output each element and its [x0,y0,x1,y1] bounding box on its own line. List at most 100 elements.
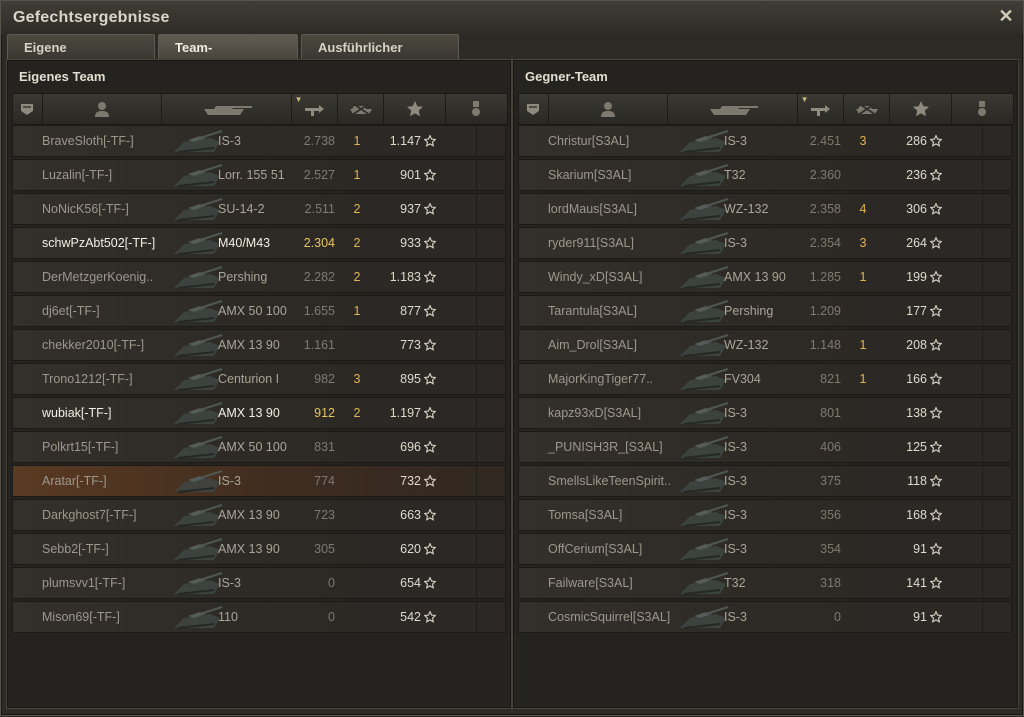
tank-name: AMX 13 90 [218,542,280,556]
enemy-team-panel: Gegner-Team ▼ Christur[S3AL] IS-3 2.451 3 28… [512,59,1019,709]
xp-value: 542 [400,610,421,624]
xp-star-icon [423,270,438,284]
damage-value: 1.161 [303,338,335,352]
tab-eigene-auswertung[interactable]: Eigene Auswertung [7,34,155,80]
column-header-player[interactable] [549,94,669,124]
column-header-player[interactable] [43,94,163,124]
tank-name: IS-3 [724,440,747,454]
player-row[interactable]: schwPzAbt502[-TF-] M40/M43 2.304 2 933 [12,227,506,259]
player-row[interactable]: Christur[S3AL] IS-3 2.451 3 286 [518,125,1012,157]
column-divider [476,126,477,156]
player-name: dj6et[-TF-] [42,304,100,318]
player-row[interactable]: ryder911[S3AL] IS-3 2.354 3 264 [518,227,1012,259]
damage-value: 2.304 [303,236,335,250]
player-row[interactable]: Tomsa[S3AL] IS-3 356 168 [518,499,1012,531]
xp-star-icon [929,508,944,522]
column-header-kills[interactable] [338,94,385,124]
player-name: Tarantula[S3AL] [548,304,637,318]
kills-value: 4 [859,202,867,216]
player-name: Aratar[-TF-] [42,474,107,488]
player-row[interactable]: wubiak[-TF-] AMX 13 90 912 2 1.197 [12,397,506,429]
column-header-medal[interactable] [952,94,1013,124]
player-row[interactable]: Darkghost7[-TF-] AMX 13 90 723 663 [12,499,506,531]
xp-value: 141 [906,576,927,590]
player-name: CosmicSquirrel[S3AL] [548,610,671,624]
player-row[interactable]: OffCerium[S3AL] IS-3 354 91 [518,533,1012,565]
column-header-medal[interactable] [446,94,507,124]
player-row[interactable]: Aim_Drol[S3AL] WZ-132 1.148 1 208 [518,329,1012,361]
player-row[interactable]: lordMaus[S3AL] WZ-132 2.358 4 306 [518,193,1012,225]
player-row[interactable]: Luzalin[-TF-] Lorr. 155 51 2.527 1 901 [12,159,506,191]
player-row[interactable]: CosmicSquirrel[S3AL] IS-3 0 91 [518,601,1012,633]
damage-value: 0 [328,576,335,590]
tank-name: IS-3 [724,406,747,420]
xp-star-icon [929,202,944,216]
own-team-rows: BraveSloth[-TF-] IS-3 2.738 1 1.147 Luzalin[-… [12,125,506,635]
column-divider [476,602,477,632]
player-name: ryder911[S3AL] [548,236,634,250]
player-row[interactable]: plumsvv1[-TF-] IS-3 0 654 [12,567,506,599]
player-row[interactable]: Windy_xD[S3AL] AMX 13 90 1.285 1 199 [518,261,1012,293]
column-divider [476,534,477,564]
own-team-column-header: ▼ [12,93,508,125]
player-row[interactable]: chekker2010[-TF-] AMX 13 90 1.161 773 [12,329,506,361]
xp-value: 91 [913,542,927,556]
tank-name: WZ-132 [724,202,769,216]
player-row[interactable]: Skarium[S3AL] T32 2.360 236 [518,159,1012,191]
column-divider [982,330,983,360]
xp-value: 773 [400,338,421,352]
damage-value: 1.655 [303,304,335,318]
column-header-tank[interactable] [668,94,798,124]
column-header-kills[interactable] [844,94,891,124]
tank-name: WZ-132 [724,338,769,352]
xp-value: 1.183 [389,270,421,284]
column-header-squad[interactable] [13,94,43,124]
player-row[interactable]: NoNicK56[-TF-] SU-14-2 2.511 2 937 [12,193,506,225]
damage-value: 1.285 [809,270,841,284]
own-team-panel: Eigenes Team ▼ BraveSloth[-TF-] IS-3 2.738… [6,59,512,709]
xp-star-icon [423,542,438,556]
kills-value: 1 [353,168,361,182]
kills-value: 2 [353,202,361,216]
player-row[interactable]: Aratar[-TF-] IS-3 774 732 [12,465,506,497]
tank-name: AMX 13 90 [218,406,280,420]
column-divider [476,330,477,360]
column-divider [476,466,477,496]
xp-star-icon [423,508,438,522]
column-header-xp-star[interactable] [384,94,446,124]
tank-name: AMX 13 90 [724,270,786,284]
column-header-xp-star[interactable] [890,94,952,124]
column-divider [982,500,983,530]
tab-team-auswertung[interactable]: Team-Auswertung [158,34,298,80]
player-row[interactable]: MajorKingTiger77.. FV304 821 1 166 [518,363,1012,395]
player-row[interactable]: BraveSloth[-TF-] IS-3 2.738 1 1.147 [12,125,506,157]
tab-ausfuehrlicher-bericht[interactable]: Ausführlicher Bericht [301,34,459,80]
player-name: Trono1212[-TF-] [42,372,133,386]
player-row[interactable]: Sebb2[-TF-] AMX 13 90 305 620 [12,533,506,565]
tank-name: IS-3 [724,508,747,522]
close-icon[interactable]: ✕ [997,7,1015,25]
player-row[interactable]: Trono1212[-TF-] Centurion I 982 3 895 [12,363,506,395]
column-header-damage[interactable]: ▼ [798,94,845,124]
xp-star-icon [929,406,944,420]
player-row[interactable]: Tarantula[S3AL] Pershing 1.209 177 [518,295,1012,327]
xp-value: 125 [906,440,927,454]
player-row[interactable]: Failware[S3AL] T32 318 141 [518,567,1012,599]
column-header-tank[interactable] [162,94,292,124]
xp-star-icon [423,610,438,624]
player-row[interactable]: Mison69[-TF-] 110 0 542 [12,601,506,633]
column-header-squad[interactable] [519,94,549,124]
player-row[interactable]: _PUNISH3R_[S3AL] IS-3 406 125 [518,431,1012,463]
damage-icon [303,102,325,116]
xp-value: 286 [906,134,927,148]
kills-value: 2 [353,406,361,420]
player-row[interactable]: Polkrt15[-TF-] AMX 50 100 831 696 [12,431,506,463]
player-row[interactable]: SmellsLikeTeenSpirit.. IS-3 375 118 [518,465,1012,497]
damage-value: 2.511 [304,202,335,216]
player-row[interactable]: kapz93xD[S3AL] IS-3 801 138 [518,397,1012,429]
player-row[interactable]: dj6et[-TF-] AMX 50 100 1.655 1 877 [12,295,506,327]
column-header-damage[interactable]: ▼ [292,94,339,124]
column-divider [476,432,477,462]
kills-value: 3 [859,134,867,148]
player-row[interactable]: DerMetzgerKoenig.. Pershing 2.282 2 1.183 [12,261,506,293]
